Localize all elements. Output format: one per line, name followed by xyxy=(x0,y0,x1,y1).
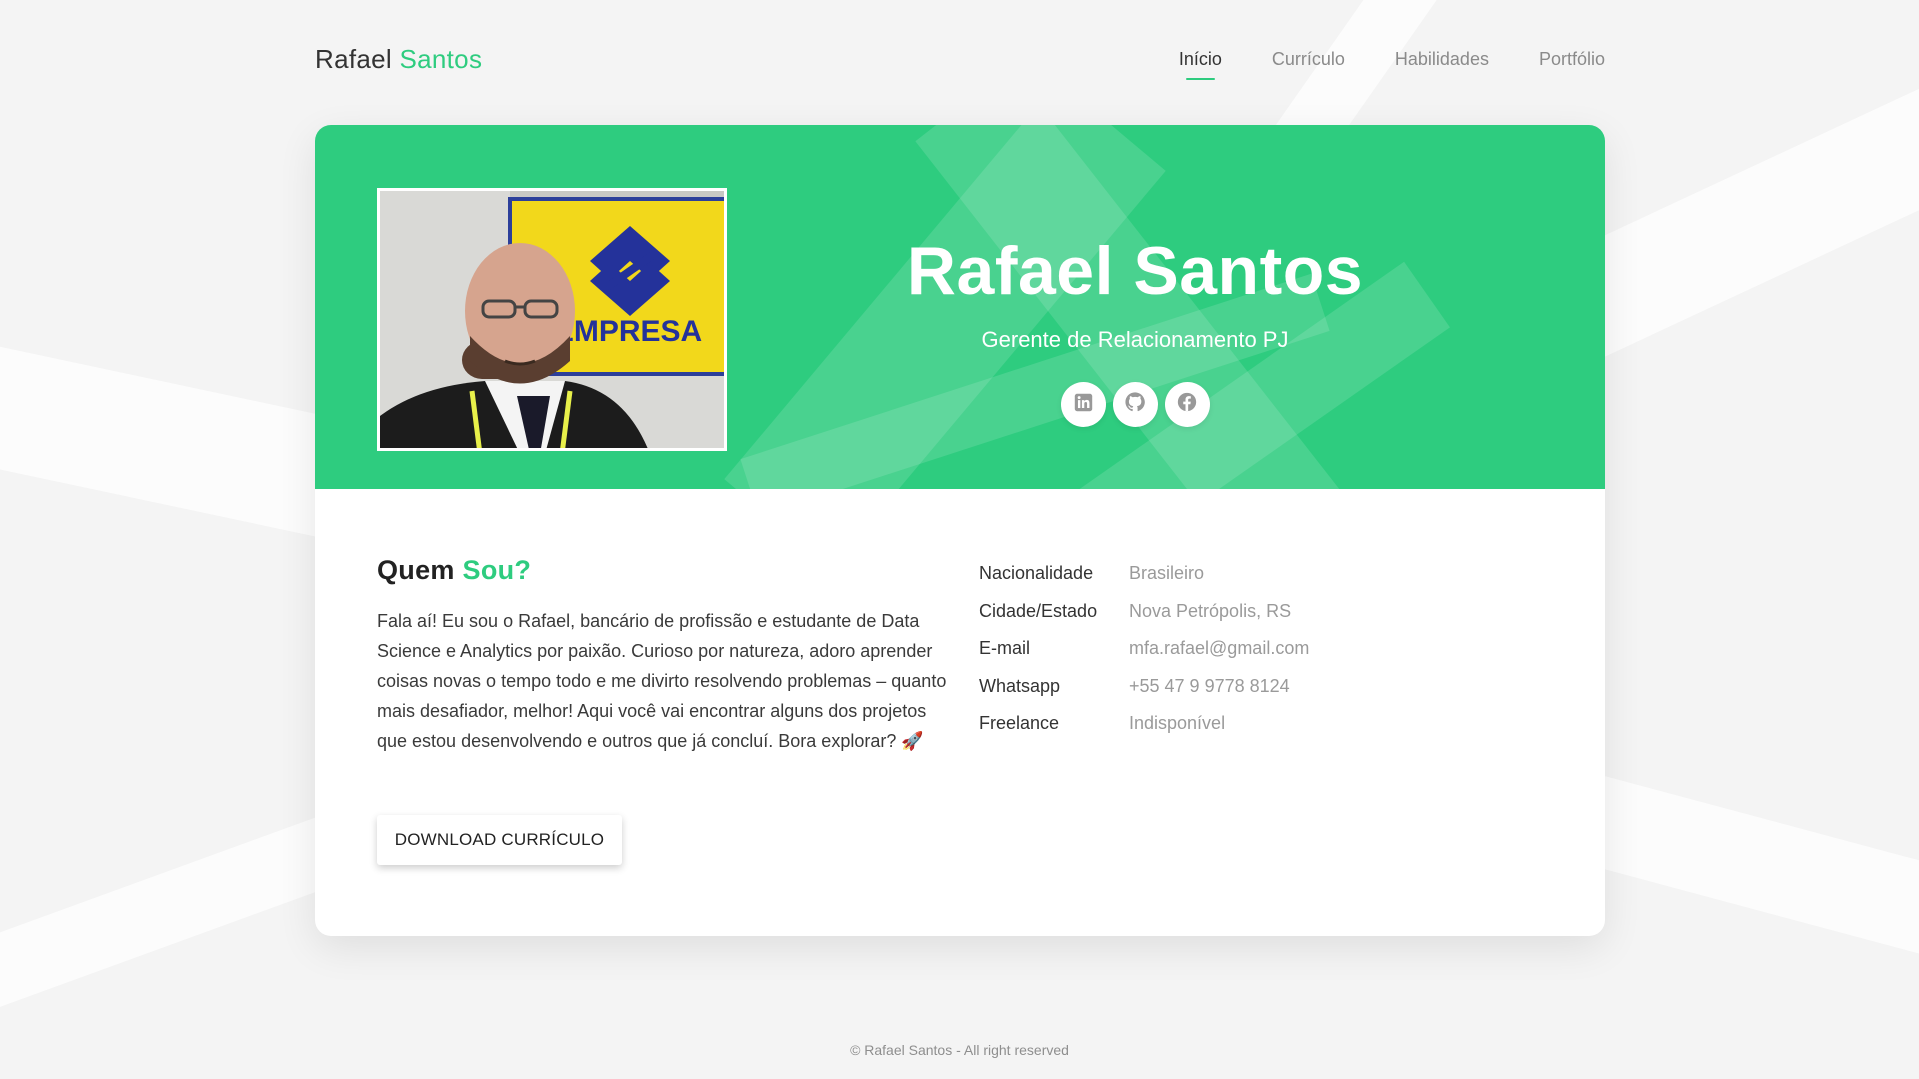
main-nav: Início Currículo Habilidades Portfólio xyxy=(1129,49,1605,80)
facebook-button[interactable] xyxy=(1164,382,1210,427)
github-button[interactable] xyxy=(1112,382,1158,427)
profile-card: EMPRESA Rafael Santos Gerente de Relacio… xyxy=(315,125,1605,936)
info-key: E-mail xyxy=(979,638,1031,659)
photo-sign-text: EMPRESA xyxy=(554,315,702,348)
info-row-whatsapp: Whatsapp +55 47 9 9778 8124 xyxy=(979,668,1309,706)
nav-item-portfolio[interactable]: Portfólio xyxy=(1539,49,1605,70)
linkedin-icon xyxy=(1074,393,1093,417)
info-value: Indisponível xyxy=(1129,713,1226,734)
github-icon xyxy=(1125,392,1145,417)
facebook-icon xyxy=(1177,392,1197,417)
about-section: Quem Sou? Fala aí! Eu sou o Rafael, banc… xyxy=(377,555,947,756)
nav-item-curriculo[interactable]: Currículo xyxy=(1272,49,1345,70)
hero-text: Rafael Santos Gerente de Relacionamento … xyxy=(827,237,1443,427)
download-curriculo-button[interactable]: DOWNLOAD CURRÍCULO xyxy=(377,815,622,865)
nav-item-inicio[interactable]: Início xyxy=(1179,49,1222,80)
info-row-cidade-estado: Cidade/Estado Nova Petrópolis, RS xyxy=(979,593,1309,631)
linkedin-button[interactable] xyxy=(1060,382,1106,427)
brand-last-name: Santos xyxy=(399,44,483,74)
info-row-freelance: Freelance Indisponível xyxy=(979,705,1309,743)
info-value-email[interactable]: mfa.rafael@gmail.com xyxy=(1129,638,1309,659)
info-value: +55 47 9 9778 8124 xyxy=(1129,675,1290,696)
site-header: Rafael Santos Início Currículo Habilidad… xyxy=(315,0,1605,120)
brand-first-name: Rafael xyxy=(315,44,392,74)
footer-copyright: © Rafael Santos - All right reserved xyxy=(850,1042,1069,1058)
personal-info-list: Nacionalidade Brasileiro Cidade/Estado N… xyxy=(979,555,1309,743)
info-key: Freelance xyxy=(979,713,1060,734)
info-key: Whatsapp xyxy=(979,675,1061,696)
about-heading-accent: Sou? xyxy=(462,555,532,585)
info-value: Nova Petrópolis, RS xyxy=(1129,600,1292,621)
social-links xyxy=(827,382,1443,427)
info-row-email: E-mail mfa.rafael@gmail.com xyxy=(979,630,1309,668)
about-text: Fala aí! Eu sou o Rafael, bancário de pr… xyxy=(377,611,947,751)
info-key: Cidade/Estado xyxy=(979,600,1098,621)
info-value: Brasileiro xyxy=(1129,563,1205,584)
hero-name: Rafael Santos xyxy=(906,233,1364,309)
nav-item-habilidades[interactable]: Habilidades xyxy=(1395,49,1489,70)
profile-photo: EMPRESA xyxy=(377,188,727,451)
about-heading-first: Quem xyxy=(377,555,455,585)
brand-logo[interactable]: Rafael Santos xyxy=(315,44,482,75)
info-row-nacionalidade: Nacionalidade Brasileiro xyxy=(979,555,1309,593)
hero-role: Gerente de Relacionamento PJ xyxy=(981,327,1289,352)
about-heading: Quem Sou? xyxy=(377,555,947,586)
info-key: Nacionalidade xyxy=(979,563,1094,584)
hero-banner: EMPRESA Rafael Santos Gerente de Relacio… xyxy=(315,125,1605,489)
